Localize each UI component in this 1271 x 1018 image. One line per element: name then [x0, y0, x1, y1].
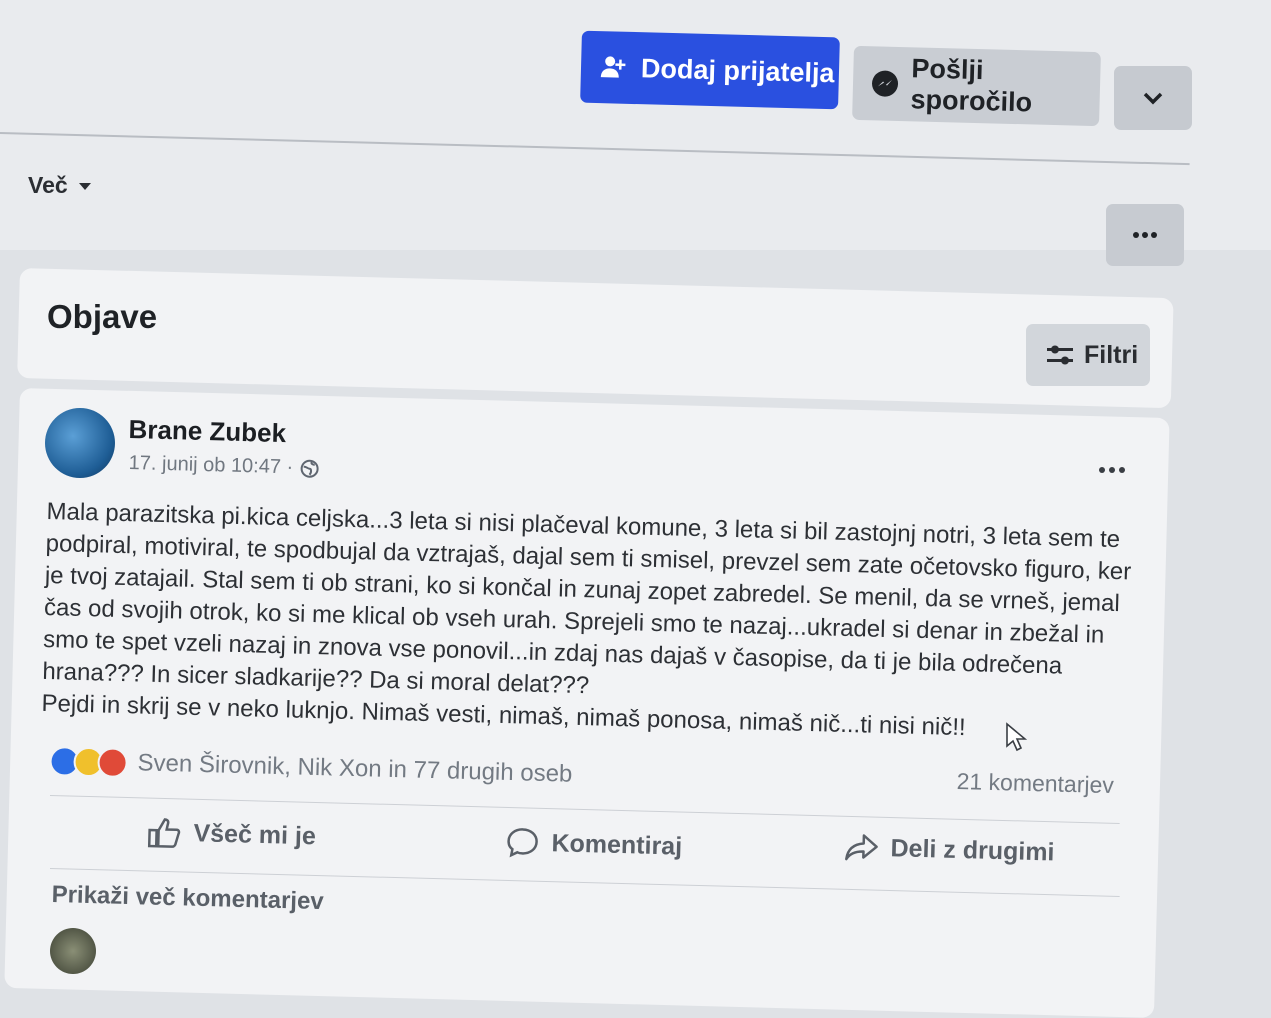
share-arrow-icon	[844, 832, 879, 863]
add-friend-button[interactable]: Dodaj prijatelja	[580, 30, 840, 110]
post-options-button[interactable]	[1098, 462, 1126, 480]
send-message-button[interactable]: Pošlji sporočilo	[852, 45, 1101, 127]
comment-label: Komentiraj	[551, 828, 683, 861]
like-button[interactable]: Všeč mi je	[147, 816, 316, 852]
send-message-label: Pošlji sporočilo	[910, 53, 1033, 118]
thumbs-up-icon	[147, 816, 182, 849]
profile-options-button[interactable]	[1106, 204, 1184, 266]
chevron-down-icon	[1142, 90, 1164, 106]
comment-button[interactable]: Komentiraj	[505, 826, 682, 863]
mouse-cursor-icon	[1005, 722, 1028, 757]
more-actions-dropdown[interactable]	[1114, 66, 1192, 130]
messenger-icon	[871, 69, 900, 98]
globe-icon	[299, 458, 320, 479]
comments-count[interactable]: 21 komentarjev	[956, 768, 1114, 799]
post-author-name[interactable]: Brane Zubek	[128, 414, 286, 449]
ellipsis-icon	[1098, 465, 1126, 475]
more-tabs-label: Več	[28, 172, 68, 198]
author-avatar[interactable]	[45, 408, 115, 478]
speech-bubble-icon	[505, 826, 540, 859]
add-person-icon	[599, 53, 628, 82]
like-label: Všeč mi je	[193, 818, 317, 850]
add-friend-label: Dodaj prijatelja	[640, 52, 835, 88]
share-label: Deli z drugimi	[890, 833, 1055, 866]
angry-icon	[97, 747, 128, 779]
ellipsis-icon	[1132, 231, 1158, 239]
post-body-text: Mala parazitska pi.kica celjska...3 leta…	[41, 497, 1132, 742]
posts-header-card	[17, 268, 1174, 409]
more-tabs-menu[interactable]: Več	[28, 172, 92, 199]
post-timestamp[interactable]: 17. junij ob 10:47 ·	[128, 452, 293, 479]
commenter-avatar[interactable]	[50, 928, 96, 974]
caret-down-icon	[78, 181, 92, 191]
posts-section-title: Objave	[47, 298, 158, 335]
filters-label: Filtri	[1084, 340, 1139, 369]
sliders-icon	[1046, 344, 1074, 366]
filters-button[interactable]: Filtri	[1026, 324, 1150, 386]
share-button[interactable]: Deli z drugimi	[844, 832, 1055, 867]
